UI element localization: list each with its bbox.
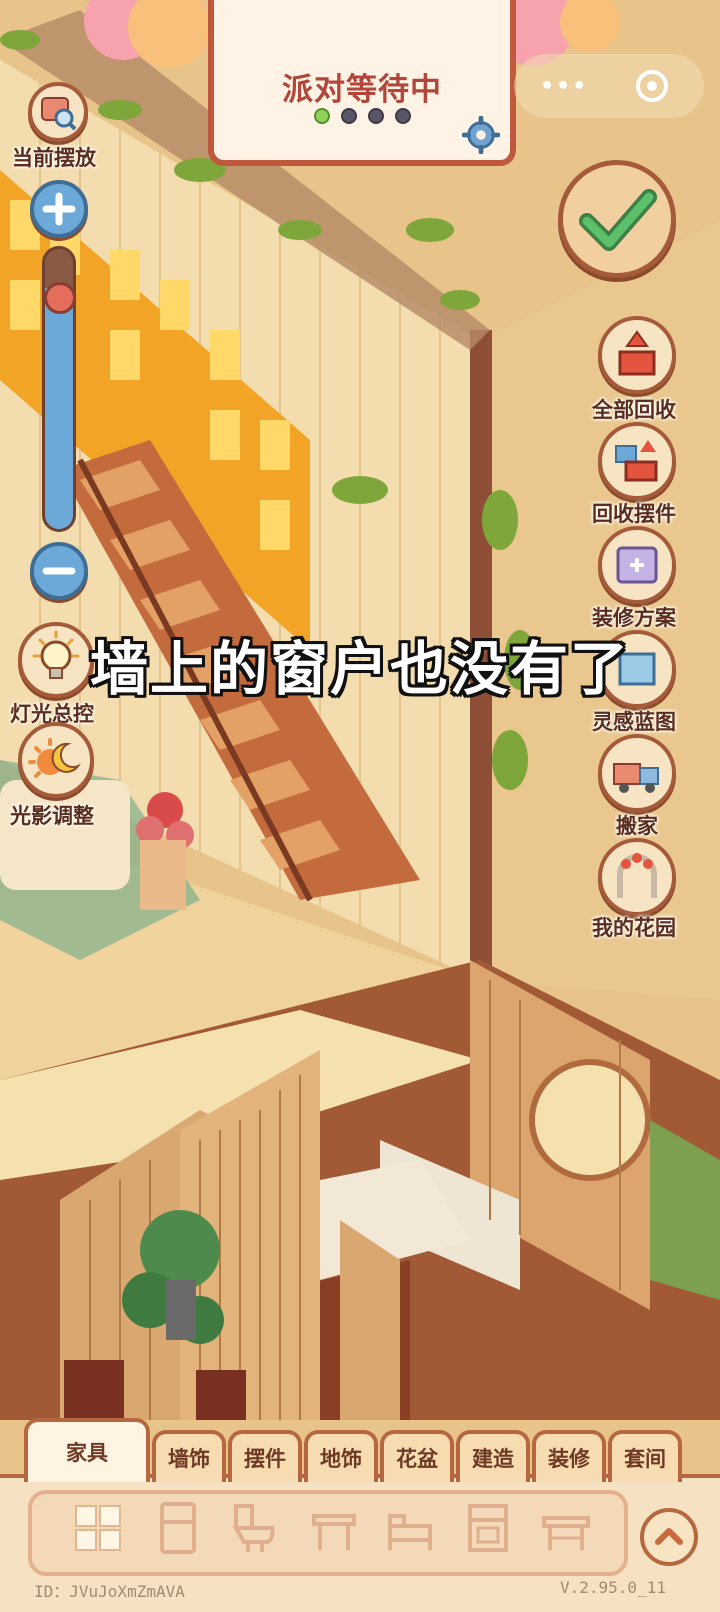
decoration-plan-icon [616,546,658,584]
current-placement-label: 当前摆放 [12,146,96,170]
confirm-button[interactable] [558,160,676,278]
moving-button[interactable] [598,734,676,812]
progress-dot [367,108,384,124]
plus-icon [42,192,76,226]
recycle-ornament-button[interactable] [598,422,676,500]
minus-icon [42,567,76,575]
app-version: V.2.95.0_11 [560,1578,666,1597]
inspiration-blueprint-label: 灵感蓝图 [592,710,676,734]
zoom-in-button[interactable] [30,180,88,238]
party-status-banner: 派对等待中 [208,0,516,166]
tab-flowerpots[interactable]: 花盆 [380,1430,454,1482]
tab-floor-decor[interactable]: 地饰 [304,1430,378,1482]
toilet-icon[interactable] [228,1500,280,1556]
moving-truck-icon [613,763,659,793]
zoom-out-button[interactable] [30,542,88,600]
zoom-slider-handle[interactable] [44,281,76,314]
magnifier-list-icon [41,97,77,131]
tab-construction[interactable]: 建造 [456,1430,530,1482]
recycle-all-button[interactable] [598,316,676,394]
sun-moon-icon [28,738,81,778]
tab-decoration[interactable]: 装修 [532,1430,606,1482]
gear-icon[interactable] [462,116,500,154]
progress-dot [313,108,330,124]
garden-arch-icon [617,853,657,898]
recycle-ornament-icon [615,440,658,482]
fridge-icon[interactable] [152,1500,204,1556]
table-icon[interactable] [308,1500,360,1556]
grid-icon[interactable] [72,1500,124,1556]
progress-dot [394,108,411,124]
light-shadow-button[interactable] [18,722,94,798]
close-target-icon[interactable] [636,70,668,102]
recycle-all-icon [618,330,656,376]
bed-icon[interactable] [384,1500,436,1556]
light-shadow-label: 光影调整 [10,804,94,828]
video-subtitle: 墙上的窗户也没有了 [89,635,630,703]
tab-wall-decor[interactable]: 墙饰 [152,1430,226,1482]
more-menu-icon[interactable]: ••• [540,74,588,99]
expand-tray-button[interactable] [640,1508,698,1566]
decoration-plan-button[interactable] [598,526,676,604]
player-id: ID：JVuJoXmZmAVA [34,1582,185,1601]
category-tabs: 家具 墙饰 摆件 地饰 花盆 建造 装修 套间 [24,1418,682,1482]
tab-furniture[interactable]: 家具 [24,1418,150,1482]
recycle-all-label: 全部回收 [592,398,676,422]
my-garden-label: 我的花园 [592,916,676,940]
tab-ornaments[interactable]: 摆件 [228,1430,302,1482]
checkmark-icon [579,189,657,251]
chevron-up-icon [655,1528,683,1545]
zoom-slider-fill [45,288,73,529]
progress-dot [340,108,357,124]
recycle-ornament-label: 回收摆件 [592,502,676,526]
tab-suites[interactable]: 套间 [608,1430,682,1482]
current-placement-button[interactable] [28,82,88,142]
desk-icon[interactable] [540,1500,592,1556]
cabinet-icon[interactable] [462,1500,514,1556]
my-garden-button[interactable] [598,838,676,916]
banner-title: 派对等待中 [282,72,442,108]
moving-label: 搬家 [616,814,658,838]
